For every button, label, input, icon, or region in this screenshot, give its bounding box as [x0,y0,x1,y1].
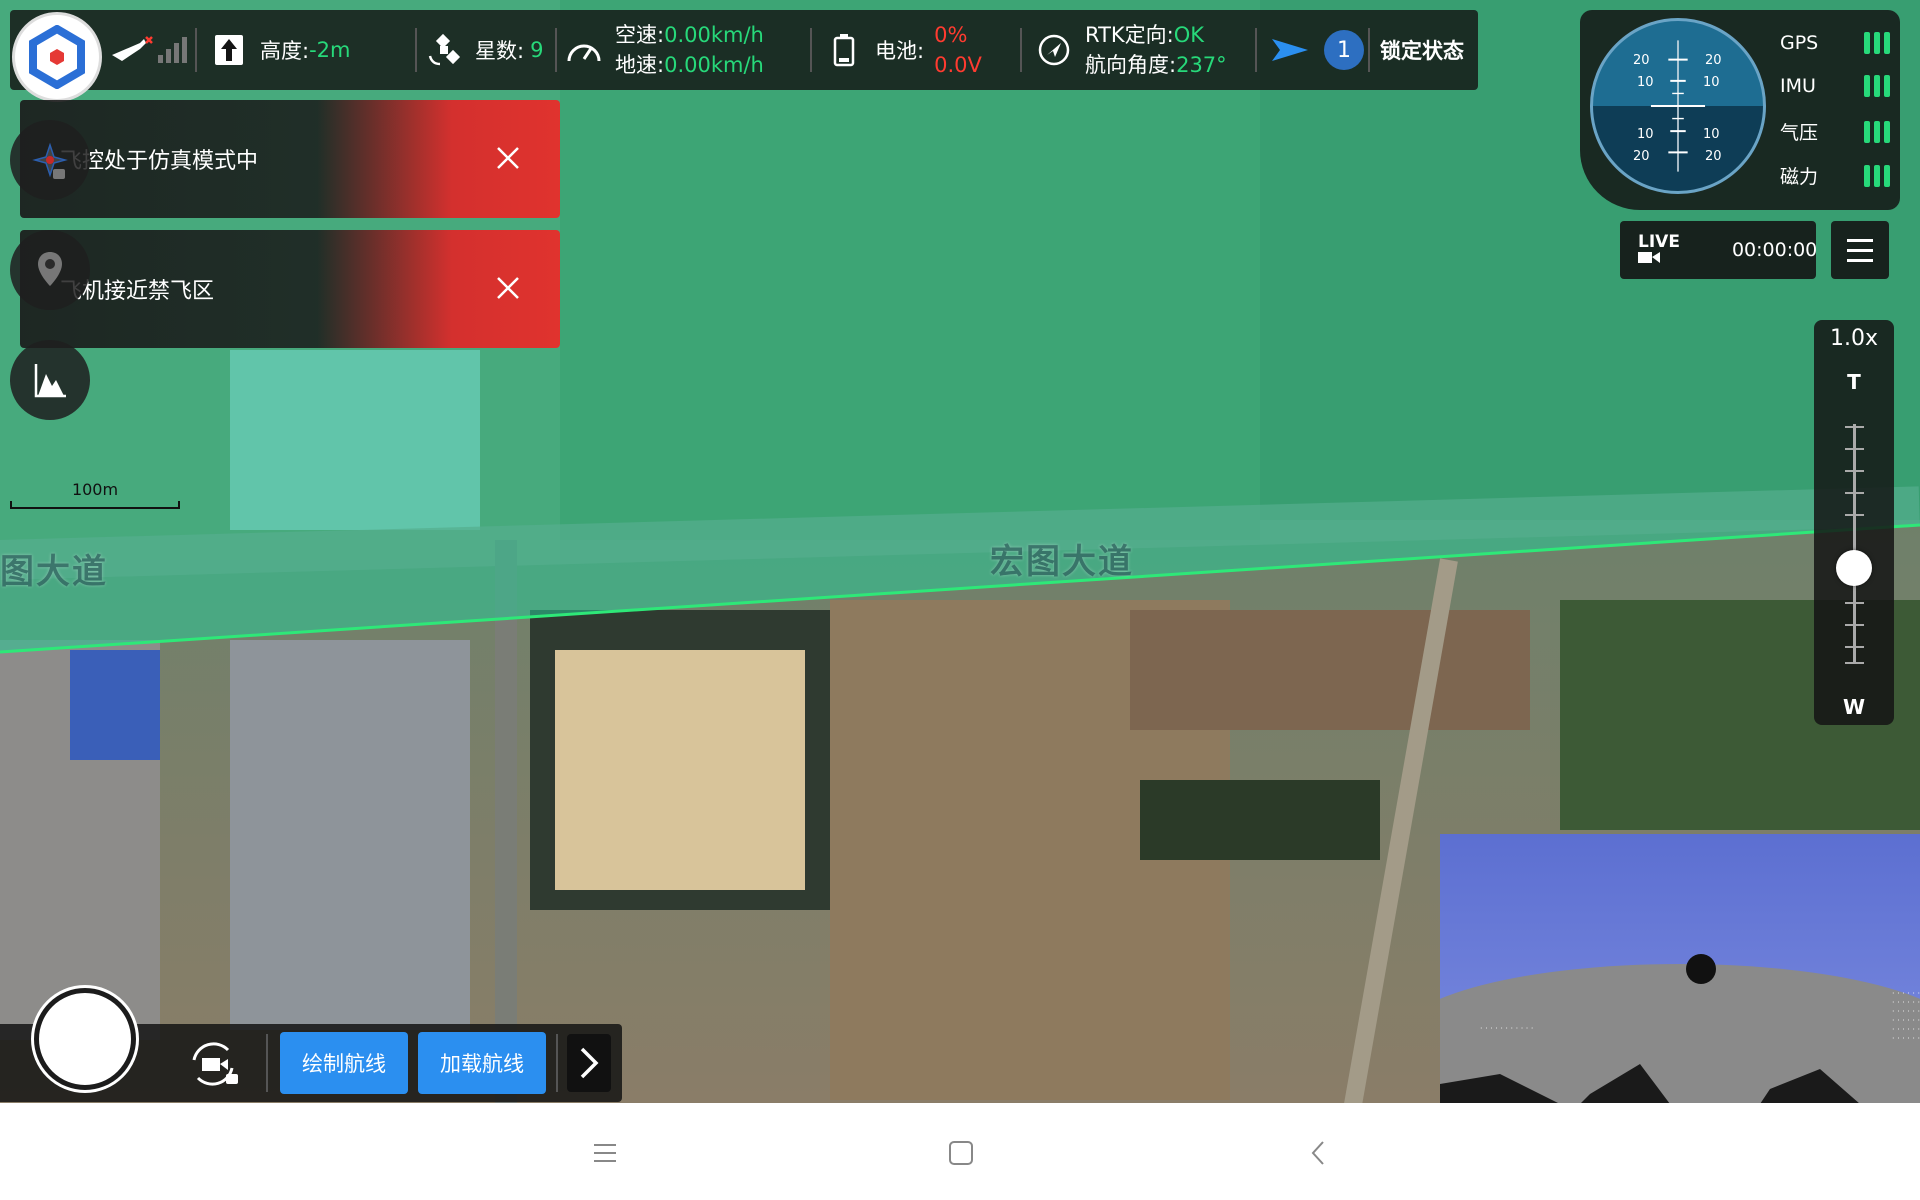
simulated-drone-marker [1686,954,1716,984]
battery-voltage: 0.0V [934,53,982,77]
hamburger-icon [1847,238,1873,242]
imu-bars-icon [1864,75,1890,97]
menu-lines-icon [594,1144,616,1162]
road-label-left: 图大道 [0,552,108,592]
sensor-magnetometer: 磁力 [1780,162,1890,189]
app-logo[interactable] [12,12,102,102]
sensor-imu: IMU [1780,75,1890,97]
zoom-value: 1.0x [1829,326,1878,351]
lock-state[interactable]: 锁定状态 [1380,10,1464,90]
draw-route-button[interactable]: 绘制航线 [280,1032,408,1094]
video-camera-icon [1638,251,1660,263]
alert-close-button[interactable] [488,138,528,178]
magnetometer-bars-icon [1864,164,1890,187]
alert-near-nofly: 飞机接近禁飞区 [20,230,560,348]
sensor-gps: GPS [1780,32,1890,54]
barometer-bars-icon [1864,120,1890,143]
location-pin-icon [38,252,62,286]
camera-switch-icon [192,1042,238,1086]
altitude-arrow-icon [210,31,248,69]
sensor-barometer: 气压 [1780,118,1890,145]
speed: 空速:0.00km/h 地速:0.00km/h [565,10,764,90]
battery-percent: 0% [934,23,968,47]
alert-close-button[interactable] [488,268,528,308]
recent-apps-button[interactable] [585,1133,625,1173]
expand-toolbar-button[interactable] [567,1034,611,1092]
battery: 电池: 0% 0.0V [825,10,982,90]
drone-lock-button[interactable] [10,120,90,200]
speedometer-icon [565,31,603,69]
gps-bars-icon [1864,32,1890,54]
satellites-value: 9 [530,38,544,62]
status-bar: 高度: -2m 星数: 9 空速:0.00km/h 地速:0.00km/h 电池… [10,10,1478,90]
menu-button[interactable] [1831,221,1889,279]
altitude: 高度: -2m [210,10,350,90]
zoom-slider-handle[interactable] [1836,550,1872,586]
zoom-tele-label: T [1847,370,1861,394]
satellite-icon [425,31,463,69]
shutter-button[interactable] [34,988,136,1090]
alert-simulation-mode: 飞控处于仿真模式中 [20,100,560,218]
heading-value: 237° [1176,53,1227,77]
zoom-track[interactable] [1853,424,1856,664]
terrain-button[interactable] [10,340,90,420]
signal-bars-icon [158,37,187,63]
attitude-panel: 20 20 10 10 10 10 20 20 GPS IMU 气压 磁力 [1580,10,1900,210]
camera-switch-button[interactable] [183,1034,243,1094]
airspeed-value: 0.00km/h [664,23,764,47]
system-navigation-bar [0,1103,1920,1200]
load-route-button[interactable]: 加载航线 [418,1032,546,1094]
home-button[interactable] [941,1133,981,1173]
map-scale: 100m [10,480,180,509]
live-stream-control[interactable]: LIVE 00:00:00 [1620,221,1818,279]
compass-icon [1035,31,1073,69]
live-label: LIVE [1638,233,1680,267]
rtk-value: OK [1173,23,1205,47]
recording-time: 00:00:00 [1731,239,1818,261]
scale-label: 100m [71,480,119,499]
attitude-indicator: 20 20 10 10 10 10 20 20 [1590,18,1766,194]
altitude-value: -2m [309,38,351,62]
simulator-pip-view[interactable]: · · · · · · · · · · · · · · · · · · · · ·… [1440,834,1920,1104]
rc-signal [110,10,192,90]
chevron-right-icon [580,1047,599,1079]
zoom-control[interactable]: 1.0x T W [1814,320,1894,725]
battery-icon [825,31,863,69]
square-home-icon [949,1141,973,1165]
navigation-arrow-icon [1272,39,1308,61]
terrain-mountain-icon [34,364,66,398]
chevron-left-icon [1311,1141,1324,1165]
close-icon [497,277,519,299]
zoom-wide-label: W [1842,695,1866,719]
back-button[interactable] [1298,1133,1338,1173]
location-button[interactable] [10,230,90,310]
hexagon-logo-icon [29,25,85,89]
rtk-heading: RTK定向:OK 航向角度:237° [1035,10,1227,90]
plane-icon [112,36,153,61]
aircraft-count-badge: 1 [1324,30,1364,70]
satellites: 星数: 9 [425,10,543,90]
road-label-main: 宏图大道 [990,542,1134,582]
drone-lock-icon [32,142,68,179]
aircraft-selector[interactable]: 1 [1270,10,1364,90]
lock-state-label: 锁定状态 [1380,39,1464,63]
groundspeed-value: 0.00km/h [664,53,764,77]
close-icon [497,147,519,169]
